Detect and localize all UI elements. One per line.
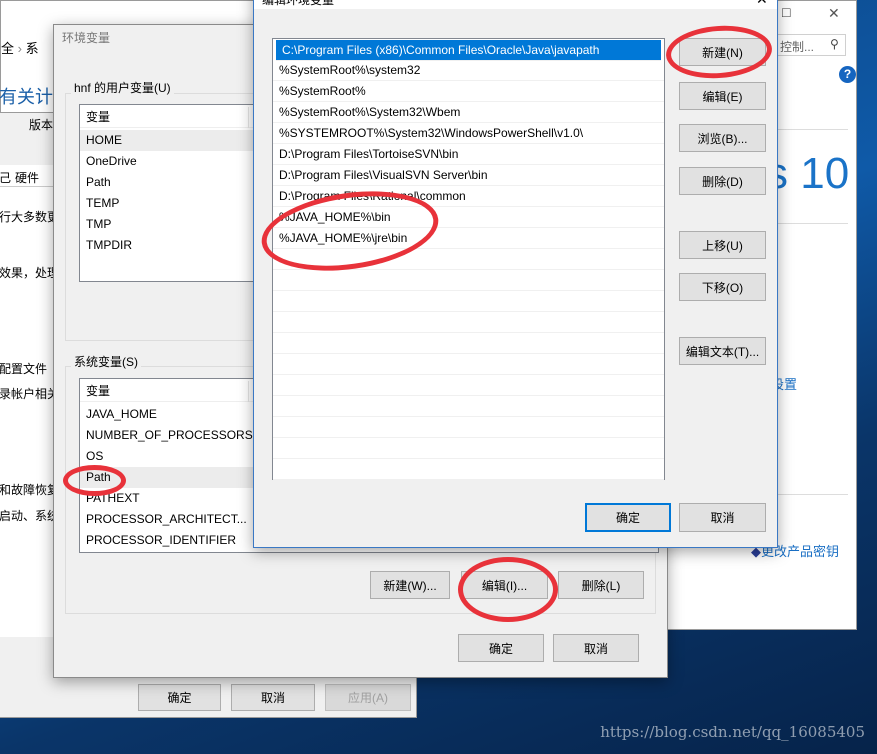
- dialog-title: 编辑环境变量: [262, 0, 335, 7]
- path-list-item[interactable]: [273, 459, 664, 480]
- breadcrumb: 全 › 系: [1, 41, 39, 56]
- ok-button[interactable]: 确定: [458, 634, 544, 662]
- new-variable-button[interactable]: 新建(W)...: [370, 571, 450, 599]
- close-icon[interactable]: ✕: [828, 5, 840, 22]
- delete-variable-button[interactable]: 删除(L): [558, 571, 644, 599]
- tab-hardware[interactable]: 硬件: [15, 169, 39, 186]
- path-list-item[interactable]: [273, 270, 664, 291]
- path-list-item[interactable]: [273, 396, 664, 417]
- path-list-item[interactable]: %SystemRoot%\system32: [273, 60, 664, 81]
- search-icon: ⚲: [830, 37, 839, 51]
- path-list-item[interactable]: %SYSTEMROOT%\System32\WindowsPowerShell\…: [273, 123, 664, 144]
- browse-button[interactable]: 浏览(B)...: [679, 124, 766, 152]
- annotation-circle-path: [63, 465, 126, 496]
- path-list-item[interactable]: [273, 333, 664, 354]
- cancel-button[interactable]: 取消: [231, 684, 315, 711]
- edit-text-button[interactable]: 编辑文本(T)...: [679, 337, 766, 365]
- path-list-item[interactable]: D:\Program Files\VisualSVN Server\bin: [273, 165, 664, 186]
- maximize-icon[interactable]: □: [782, 4, 790, 20]
- watermark: https://blog.csdn.net/qq_16085405: [600, 723, 865, 741]
- close-icon[interactable]: ✕: [756, 0, 768, 8]
- path-list-item[interactable]: [273, 417, 664, 438]
- system-variables-label: 系统变量(S): [71, 353, 141, 370]
- move-down-button[interactable]: 下移(O): [679, 273, 766, 301]
- path-list-item[interactable]: %SystemRoot%: [273, 81, 664, 102]
- edit-environment-variable-dialog: 编辑环境变量 ✕ C:\Program Files (x86)\Common F…: [253, 0, 778, 548]
- apply-button: 应用(A): [325, 684, 411, 711]
- windows-brand: s 10: [766, 149, 850, 198]
- ok-button[interactable]: 确定: [138, 684, 221, 711]
- cancel-button[interactable]: 取消: [553, 634, 639, 662]
- path-list-item[interactable]: [273, 438, 664, 459]
- path-list-item[interactable]: [273, 312, 664, 333]
- dialog-title: 环境变量: [62, 31, 111, 45]
- path-list-item[interactable]: D:\Program Files\TortoiseSVN\bin: [273, 144, 664, 165]
- annotation-circle-edit: [458, 557, 558, 622]
- path-list-item[interactable]: [273, 291, 664, 312]
- delete-path-button[interactable]: 删除(D): [679, 167, 766, 195]
- help-icon[interactable]: ?: [839, 66, 856, 83]
- ok-button[interactable]: 确定: [585, 503, 671, 532]
- move-up-button[interactable]: 上移(U): [679, 231, 766, 259]
- tab-partial[interactable]: 己: [0, 169, 11, 186]
- cancel-button[interactable]: 取消: [679, 503, 766, 532]
- path-list-item[interactable]: [273, 354, 664, 375]
- path-list-item[interactable]: C:\Program Files (x86)\Common Files\Orac…: [276, 40, 661, 61]
- user-variables-label: hnf 的用户变量(U): [71, 79, 174, 96]
- path-list-item[interactable]: [273, 375, 664, 396]
- path-list-item[interactable]: %SystemRoot%\System32\Wbem: [273, 102, 664, 123]
- edit-path-button[interactable]: 编辑(E): [679, 82, 766, 110]
